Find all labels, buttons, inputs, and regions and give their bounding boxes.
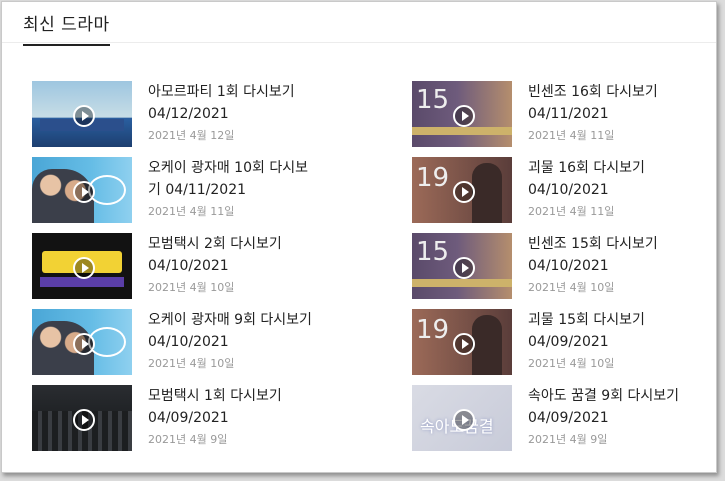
- left-column: 아모르파티 1회 다시보기 04/12/2021 2021년 4월 12일 오케…: [32, 81, 372, 461]
- item-title[interactable]: 빈센조 16회 다시보기 04/11/2021: [528, 81, 708, 125]
- play-icon[interactable]: [73, 333, 95, 355]
- thumbnail-text: 15: [416, 85, 450, 115]
- item-title[interactable]: 속아도 꿈결 9회 다시보기 04/09/2021: [528, 385, 708, 429]
- item-date: 2021년 4월 10일: [148, 357, 235, 370]
- play-icon[interactable]: [73, 181, 95, 203]
- play-icon[interactable]: [453, 181, 475, 203]
- item-title[interactable]: 아모르파티 1회 다시보기 04/12/2021: [148, 81, 320, 125]
- item-date: 2021년 4월 9일: [148, 433, 228, 446]
- item-title[interactable]: 괴물 16회 다시보기 04/10/2021: [528, 157, 708, 201]
- list-item[interactable]: 아모르파티 1회 다시보기 04/12/2021 2021년 4월 12일: [32, 81, 372, 157]
- item-title[interactable]: 오케이 광자매 10회 다시보기 04/11/2021: [148, 157, 320, 201]
- thumbnail[interactable]: 속아도꿈결: [412, 385, 512, 451]
- list-item[interactable]: 오케이 광자매 10회 다시보기 04/11/2021 2021년 4월 11일: [32, 157, 372, 233]
- item-date: 2021년 4월 10일: [528, 281, 615, 294]
- item-date: 2021년 4월 9일: [528, 433, 608, 446]
- thumbnail[interactable]: [32, 309, 132, 375]
- list-item[interactable]: 오케이 광자매 9회 다시보기 04/10/2021 2021년 4월 10일: [32, 309, 372, 385]
- item-date: 2021년 4월 11일: [148, 205, 235, 218]
- play-icon[interactable]: [453, 105, 475, 127]
- play-icon[interactable]: [453, 333, 475, 355]
- right-column: 15 빈센조 16회 다시보기 04/11/2021 2021년 4월 11일 …: [412, 81, 712, 461]
- item-title[interactable]: 모범택시 2회 다시보기 04/10/2021: [148, 233, 320, 277]
- play-icon[interactable]: [73, 409, 95, 431]
- thumbnail-text: 19: [416, 163, 450, 193]
- play-icon[interactable]: [73, 257, 95, 279]
- thumbnail[interactable]: 19: [412, 309, 512, 375]
- list-item[interactable]: 모범택시 2회 다시보기 04/10/2021 2021년 4월 10일: [32, 233, 372, 309]
- thumbnail[interactable]: [32, 157, 132, 223]
- item-title[interactable]: 모범택시 1회 다시보기 04/09/2021: [148, 385, 320, 429]
- thumbnail-text: 15: [416, 237, 450, 267]
- play-icon[interactable]: [73, 105, 95, 127]
- item-title[interactable]: 괴물 15회 다시보기 04/09/2021: [528, 309, 708, 353]
- list-item[interactable]: 19 괴물 16회 다시보기 04/10/2021 2021년 4월 11일: [412, 157, 712, 233]
- item-date: 2021년 4월 11일: [528, 205, 615, 218]
- item-date: 2021년 4월 10일: [528, 357, 615, 370]
- item-date: 2021년 4월 10일: [148, 281, 235, 294]
- item-title[interactable]: 오케이 광자매 9회 다시보기 04/10/2021: [148, 309, 320, 353]
- section-title: 최신 드라마: [23, 10, 110, 46]
- list-item[interactable]: 19 괴물 15회 다시보기 04/09/2021 2021년 4월 10일: [412, 309, 712, 385]
- item-date: 2021년 4월 11일: [528, 129, 615, 142]
- thumbnail[interactable]: [32, 233, 132, 299]
- latest-drama-panel: 최신 드라마 아모르파티 1회 다시보기 04/12/2021 2021년 4월…: [1, 1, 717, 473]
- thumbnail[interactable]: [32, 81, 132, 147]
- list-item[interactable]: 15 빈센조 15회 다시보기 04/10/2021 2021년 4월 10일: [412, 233, 712, 309]
- item-date: 2021년 4월 12일: [148, 129, 235, 142]
- thumbnail[interactable]: [32, 385, 132, 451]
- list-item[interactable]: 속아도꿈결 속아도 꿈결 9회 다시보기 04/09/2021 2021년 4월…: [412, 385, 712, 461]
- play-icon[interactable]: [453, 409, 475, 431]
- thumbnail[interactable]: 19: [412, 157, 512, 223]
- thumbnail-text: 19: [416, 315, 450, 345]
- item-title[interactable]: 빈센조 15회 다시보기 04/10/2021: [528, 233, 708, 277]
- section-header: 최신 드라마: [2, 2, 716, 46]
- thumbnail[interactable]: 15: [412, 81, 512, 147]
- thumbnail[interactable]: 15: [412, 233, 512, 299]
- play-icon[interactable]: [453, 257, 475, 279]
- list-item[interactable]: 모범택시 1회 다시보기 04/09/2021 2021년 4월 9일: [32, 385, 372, 461]
- list-item[interactable]: 15 빈센조 16회 다시보기 04/11/2021 2021년 4월 11일: [412, 81, 712, 157]
